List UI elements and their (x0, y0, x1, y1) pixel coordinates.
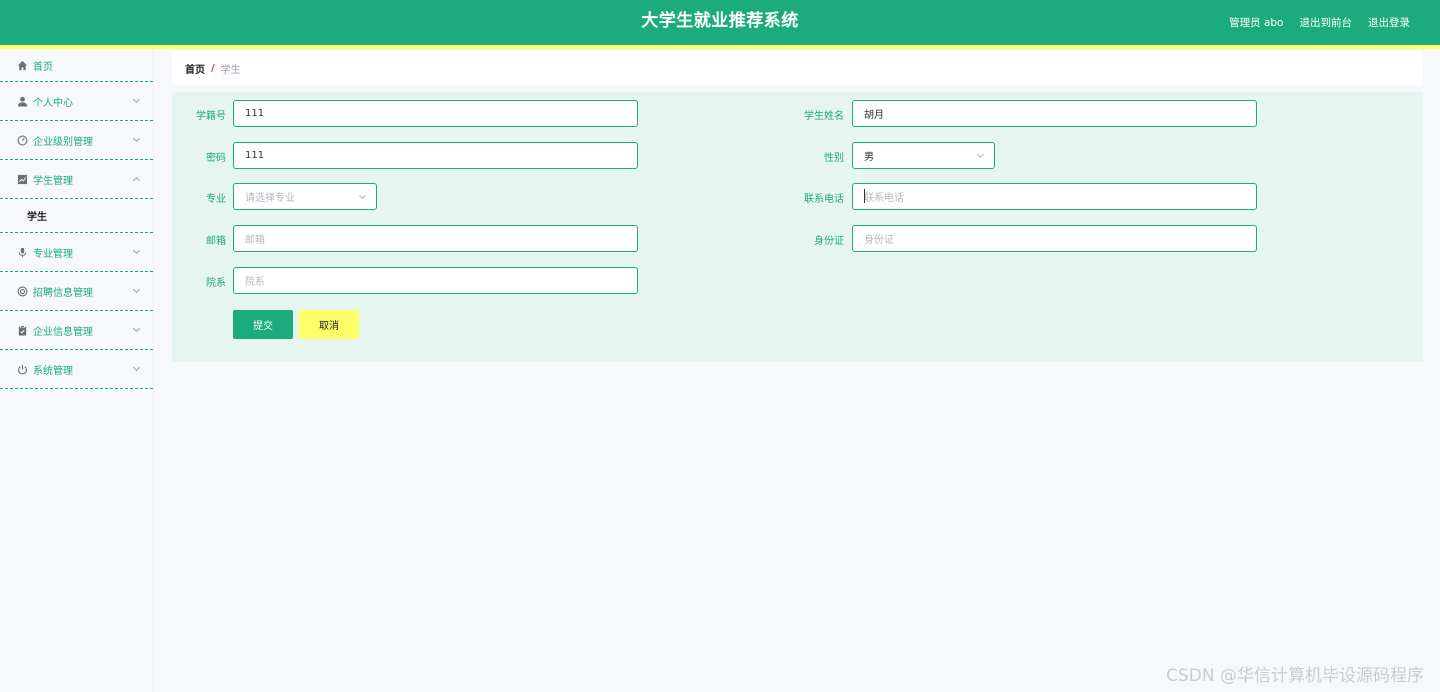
sidebar-item-home[interactable]: 首页 (0, 49, 153, 82)
chevron-down-icon (132, 285, 141, 294)
sidebar-item-company-level[interactable]: 企业级别管理 (0, 121, 153, 160)
gender-select[interactable]: 男 (852, 142, 995, 169)
clipboard-icon (17, 324, 28, 336)
chevron-down-icon (976, 150, 985, 158)
watermark: CSDN @华信计算机毕设源码程序 (1166, 666, 1424, 686)
submit-button[interactable]: 提交 (233, 310, 293, 339)
logout-link[interactable]: 退出登录 (1368, 15, 1410, 30)
breadcrumb-current: 学生 (220, 64, 241, 76)
sidebar-item-label: 企业信息管理 (33, 326, 93, 338)
app-title: 大学生就业推荐系统 (641, 11, 799, 31)
sidebar-item-student-management[interactable]: 学生管理 (0, 160, 153, 199)
chevron-down-icon (132, 363, 141, 372)
id-card-input[interactable]: 身份证 (852, 225, 1257, 252)
department-label: 院系 (206, 278, 226, 289)
password-input[interactable]: 111 (233, 142, 638, 169)
id-card-label: 身份证 (814, 236, 844, 247)
email-label: 邮箱 (206, 236, 226, 247)
sidebar-item-personal-center[interactable]: 个人中心 (0, 82, 153, 121)
power-icon (17, 364, 28, 375)
breadcrumb-home[interactable]: 首页 (185, 61, 205, 76)
sidebar-item-label: 企业级别管理 (33, 136, 93, 148)
student-no-input[interactable]: 111 (233, 100, 638, 127)
cancel-button[interactable]: 取消 (299, 310, 359, 339)
chevron-down-icon (132, 246, 141, 255)
microphone-icon (17, 247, 28, 258)
email-input[interactable]: 邮箱 (233, 225, 638, 252)
top-header: 大学生就业推荐系统 管理员 abo 退出到前台 退出登录 (0, 0, 1440, 45)
sidebar-item-label: 系统管理 (33, 365, 73, 377)
major-label: 专业 (206, 194, 226, 205)
chevron-down-icon (358, 191, 367, 199)
department-input[interactable]: 院系 (233, 267, 638, 294)
sidebar-item-label: 专业管理 (33, 248, 73, 260)
chevron-down-icon (132, 134, 141, 143)
breadcrumb: 首页 / 学生 (172, 51, 1423, 85)
phone-input[interactable]: 联系电话 (852, 183, 1257, 210)
chart-icon (17, 174, 28, 185)
front-page-link[interactable]: 退出到前台 (1300, 15, 1353, 30)
chevron-up-icon (132, 176, 141, 185)
sidebar: 首页 个人中心 企业级别管理 学生管理 学生 专业管理 招聘信息管理 企业信息管… (0, 49, 154, 692)
breadcrumb-separator: / (211, 62, 215, 74)
sidebar-item-company-info[interactable]: 企业信息管理 (0, 311, 153, 350)
header-user-actions: 管理员 abo 退出到前台 退出登录 (1229, 0, 1410, 45)
chevron-down-icon (132, 95, 141, 104)
sidebar-subitem-student[interactable]: 学生 (0, 199, 153, 233)
sidebar-item-label: 招聘信息管理 (33, 287, 93, 299)
student-name-label: 学生姓名 (804, 111, 844, 122)
major-select-placeholder: 请选择专业 (245, 193, 295, 204)
home-icon (17, 60, 28, 71)
gender-select-value: 男 (864, 152, 874, 163)
sidebar-item-system[interactable]: 系统管理 (0, 350, 153, 389)
sidebar-item-label: 首页 (33, 61, 53, 73)
sidebar-item-label: 学生管理 (33, 175, 73, 187)
gauge-icon (17, 135, 28, 146)
sidebar-item-recruitment[interactable]: 招聘信息管理 (0, 272, 153, 311)
text-cursor (864, 189, 865, 203)
chevron-down-icon (132, 324, 141, 333)
user-icon (17, 96, 28, 107)
current-user-label: 管理员 abo (1229, 17, 1284, 29)
student-name-input[interactable]: 胡月 (852, 100, 1257, 127)
major-select[interactable]: 请选择专业 (233, 183, 377, 210)
gender-label: 性别 (824, 153, 844, 164)
phone-label: 联系电话 (804, 194, 844, 205)
sidebar-item-label: 个人中心 (33, 97, 73, 109)
student-no-label: 学籍号 (196, 111, 226, 122)
password-label: 密码 (206, 153, 226, 164)
header-accent-bar (0, 45, 1440, 49)
support-icon (17, 286, 28, 297)
sidebar-item-major-management[interactable]: 专业管理 (0, 233, 153, 272)
